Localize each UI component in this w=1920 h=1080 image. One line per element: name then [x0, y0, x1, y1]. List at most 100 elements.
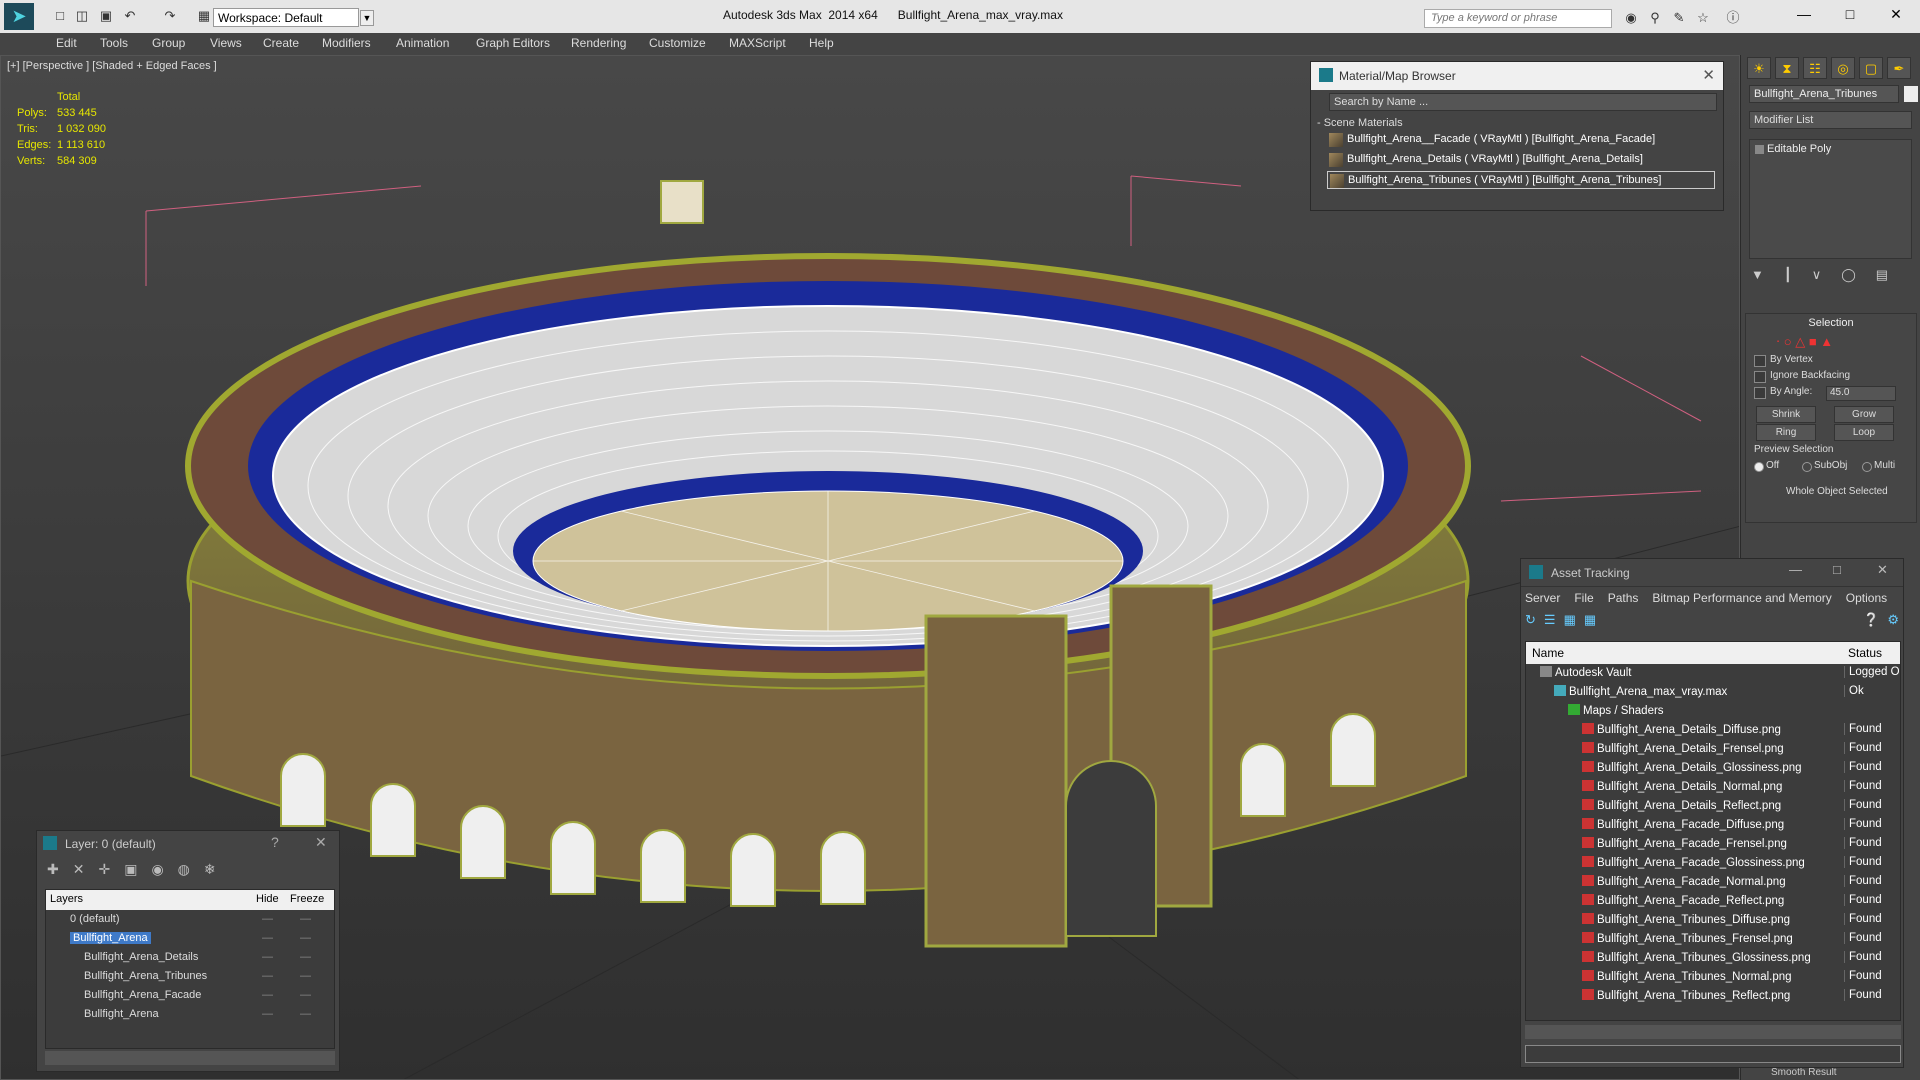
menu-customize[interactable]: Customize: [649, 36, 706, 50]
maximize-icon[interactable]: □: [1833, 562, 1841, 577]
search-input[interactable]: Type a keyword or phrase: [1424, 9, 1612, 28]
layer-freeze-toggle[interactable]: —: [300, 970, 311, 982]
viewport-label[interactable]: [+] [Perspective ] [Shaded + Edged Faces…: [7, 60, 217, 72]
asset-row[interactable]: Bullfight_Arena_Details_Normal.png Found: [1526, 778, 1900, 797]
subobject-level-icons[interactable]: ⋅ ○ △ ■ ▲: [1776, 334, 1833, 350]
material-item[interactable]: Bullfight_Arena_Details ( VRayMtl ) [Bul…: [1327, 151, 1715, 169]
make-unique-icon[interactable]: ∨: [1812, 267, 1822, 283]
project-folder-icon[interactable]: ▦: [196, 8, 212, 24]
menu-help[interactable]: Help: [809, 36, 834, 50]
layer-name[interactable]: Bullfight_Arena: [70, 932, 151, 944]
layer-row[interactable]: Bullfight_Arena_Tribunes — —: [46, 967, 334, 986]
preview-off-radio[interactable]: Off: [1754, 460, 1779, 472]
list-view-icon[interactable]: ☰: [1544, 612, 1556, 630]
communication-icon[interactable]: ✎: [1670, 10, 1688, 26]
redo-icon[interactable]: ↷: [162, 8, 178, 24]
layer-freeze-toggle[interactable]: —: [300, 1008, 311, 1020]
ring-button[interactable]: Ring: [1756, 424, 1816, 441]
asset-row[interactable]: Bullfight_Arena_Tribunes_Glossiness.png F…: [1526, 949, 1900, 968]
column-freeze-header[interactable]: Freeze: [290, 893, 324, 905]
column-layers-header[interactable]: Layers: [50, 893, 83, 905]
layer-manager-header[interactable]: Layer: 0 (default) ? ✕: [37, 831, 339, 857]
motion-tab-icon[interactable]: ◎: [1831, 57, 1855, 79]
close-icon[interactable]: ✕: [1702, 66, 1715, 84]
minimize-button[interactable]: —: [1784, 4, 1824, 24]
close-icon[interactable]: ✕: [1877, 562, 1888, 578]
modifier-stack[interactable]: Editable Poly: [1749, 139, 1912, 259]
asset-tracking-header[interactable]: Asset Tracking — □ ✕: [1521, 559, 1903, 587]
asset-row[interactable]: Bullfight_Arena_Facade_Reflect.png Found: [1526, 892, 1900, 911]
layer-row[interactable]: Bullfight_Arena — —: [46, 1005, 334, 1024]
layer-row[interactable]: Bullfight_Arena_Facade — —: [46, 986, 334, 1005]
chevron-down-icon[interactable]: ▼: [360, 10, 374, 26]
binoculars-icon[interactable]: ◉: [1622, 10, 1640, 26]
material-item[interactable]: Bullfight_Arena_Tribunes ( VRayMtl ) [Bu…: [1327, 171, 1715, 189]
asset-menu-paths[interactable]: Paths: [1608, 591, 1639, 609]
asset-menu-options[interactable]: Options: [1846, 591, 1887, 609]
layer-name[interactable]: Bullfight_Arena: [84, 1008, 159, 1020]
add-to-layer-icon[interactable]: ✛: [98, 861, 110, 881]
asset-row[interactable]: Bullfight_Arena_Details_Reflect.png Found: [1526, 797, 1900, 816]
asset-row[interactable]: Bullfight_Arena_Tribunes_Frensel.png Foun…: [1526, 930, 1900, 949]
asset-row[interactable]: Maps / Shaders: [1526, 702, 1900, 721]
menu-views[interactable]: Views: [210, 36, 242, 50]
selection-rollout-title[interactable]: Selection: [1746, 317, 1916, 329]
layer-freeze-toggle[interactable]: —: [300, 989, 311, 1001]
asset-menu-file[interactable]: File: [1574, 591, 1593, 609]
close-button[interactable]: ✕: [1876, 4, 1916, 24]
configure-sets-icon[interactable]: ▤: [1876, 267, 1888, 283]
asset-row[interactable]: Bullfight_Arena_Facade_Normal.png Found: [1526, 873, 1900, 892]
menu-rendering[interactable]: Rendering: [571, 36, 626, 50]
refresh-icon[interactable]: ↻: [1525, 612, 1536, 630]
asset-row[interactable]: Bullfight_Arena_Details_Diffuse.png Found: [1526, 721, 1900, 740]
display-tab-icon[interactable]: ▢: [1859, 57, 1883, 79]
layer-hide-toggle[interactable]: —: [262, 913, 273, 925]
angle-spinner[interactable]: 45.0: [1826, 386, 1896, 401]
asset-row[interactable]: Bullfight_Arena_Facade_Diffuse.png Found: [1526, 816, 1900, 835]
new-file-icon[interactable]: □: [52, 8, 68, 24]
layer-row[interactable]: 0 (default) — —: [46, 910, 334, 929]
material-browser-header[interactable]: Material/Map Browser ✕: [1311, 62, 1723, 90]
settings-icon[interactable]: ⚙: [1887, 612, 1899, 630]
freeze-all-icon[interactable]: ❄: [204, 861, 216, 881]
maximize-button[interactable]: □: [1830, 4, 1870, 24]
help-button[interactable]: ?: [271, 834, 279, 850]
pin-stack-icon[interactable]: ▼: [1751, 267, 1764, 283]
layer-hide-toggle[interactable]: —: [262, 932, 273, 944]
by-angle-checkbox[interactable]: By Angle:: [1754, 386, 1812, 399]
help-icon[interactable]: ❔: [1863, 612, 1879, 630]
grow-button[interactable]: Grow: [1834, 406, 1894, 423]
object-color-swatch[interactable]: [1904, 86, 1918, 102]
layer-row[interactable]: Bullfight_Arena — —: [46, 929, 334, 948]
asset-row[interactable]: Bullfight_Arena_Tribunes_Normal.png Found: [1526, 968, 1900, 987]
highlight-layer-icon[interactable]: ◉: [151, 861, 163, 881]
asset-path-field[interactable]: [1525, 1045, 1901, 1063]
close-icon[interactable]: ✕: [315, 834, 327, 851]
workspace-dropdown[interactable]: Workspace: Default ▼: [213, 8, 374, 27]
utilities-tab-icon[interactable]: ✒: [1887, 57, 1911, 79]
menu-maxscript[interactable]: MAXScript: [729, 36, 786, 50]
create-tab-icon[interactable]: ☀: [1747, 57, 1771, 79]
layer-name[interactable]: Bullfight_Arena_Tribunes: [84, 970, 207, 982]
object-name-field[interactable]: Bullfight_Arena_Tribunes: [1749, 85, 1899, 103]
tree-view-icon[interactable]: ▦: [1564, 612, 1576, 630]
remove-modifier-icon[interactable]: ◯: [1841, 267, 1856, 283]
asset-row[interactable]: Autodesk Vault Logged Ou: [1526, 664, 1900, 683]
scene-materials-section[interactable]: - Scene Materials: [1317, 117, 1723, 129]
asset-row[interactable]: Bullfight_Arena_Facade_Frensel.png Found: [1526, 835, 1900, 854]
save-icon[interactable]: ▣: [98, 8, 114, 24]
column-status-header[interactable]: Status: [1848, 646, 1882, 660]
asset-row[interactable]: Bullfight_Arena_Tribunes_Reflect.png Foun…: [1526, 987, 1900, 1006]
key-icon[interactable]: ⚲: [1646, 10, 1664, 26]
asset-row[interactable]: Bullfight_Arena_max_vray.max Ok: [1526, 683, 1900, 702]
table-view-icon[interactable]: ▦: [1584, 612, 1596, 630]
modifier-list-dropdown[interactable]: Modifier List: [1749, 111, 1912, 129]
menu-tools[interactable]: Tools: [100, 36, 128, 50]
layer-freeze-toggle[interactable]: —: [300, 913, 311, 925]
by-vertex-checkbox[interactable]: By Vertex: [1754, 354, 1813, 367]
menu-edit[interactable]: Edit: [56, 36, 77, 50]
ignore-backfacing-checkbox[interactable]: Ignore Backfacing: [1754, 370, 1850, 383]
asset-row[interactable]: Bullfight_Arena_Tribunes_Diffuse.png Foun…: [1526, 911, 1900, 930]
select-objects-icon[interactable]: ▣: [124, 861, 137, 881]
menu-create[interactable]: Create: [263, 36, 299, 50]
